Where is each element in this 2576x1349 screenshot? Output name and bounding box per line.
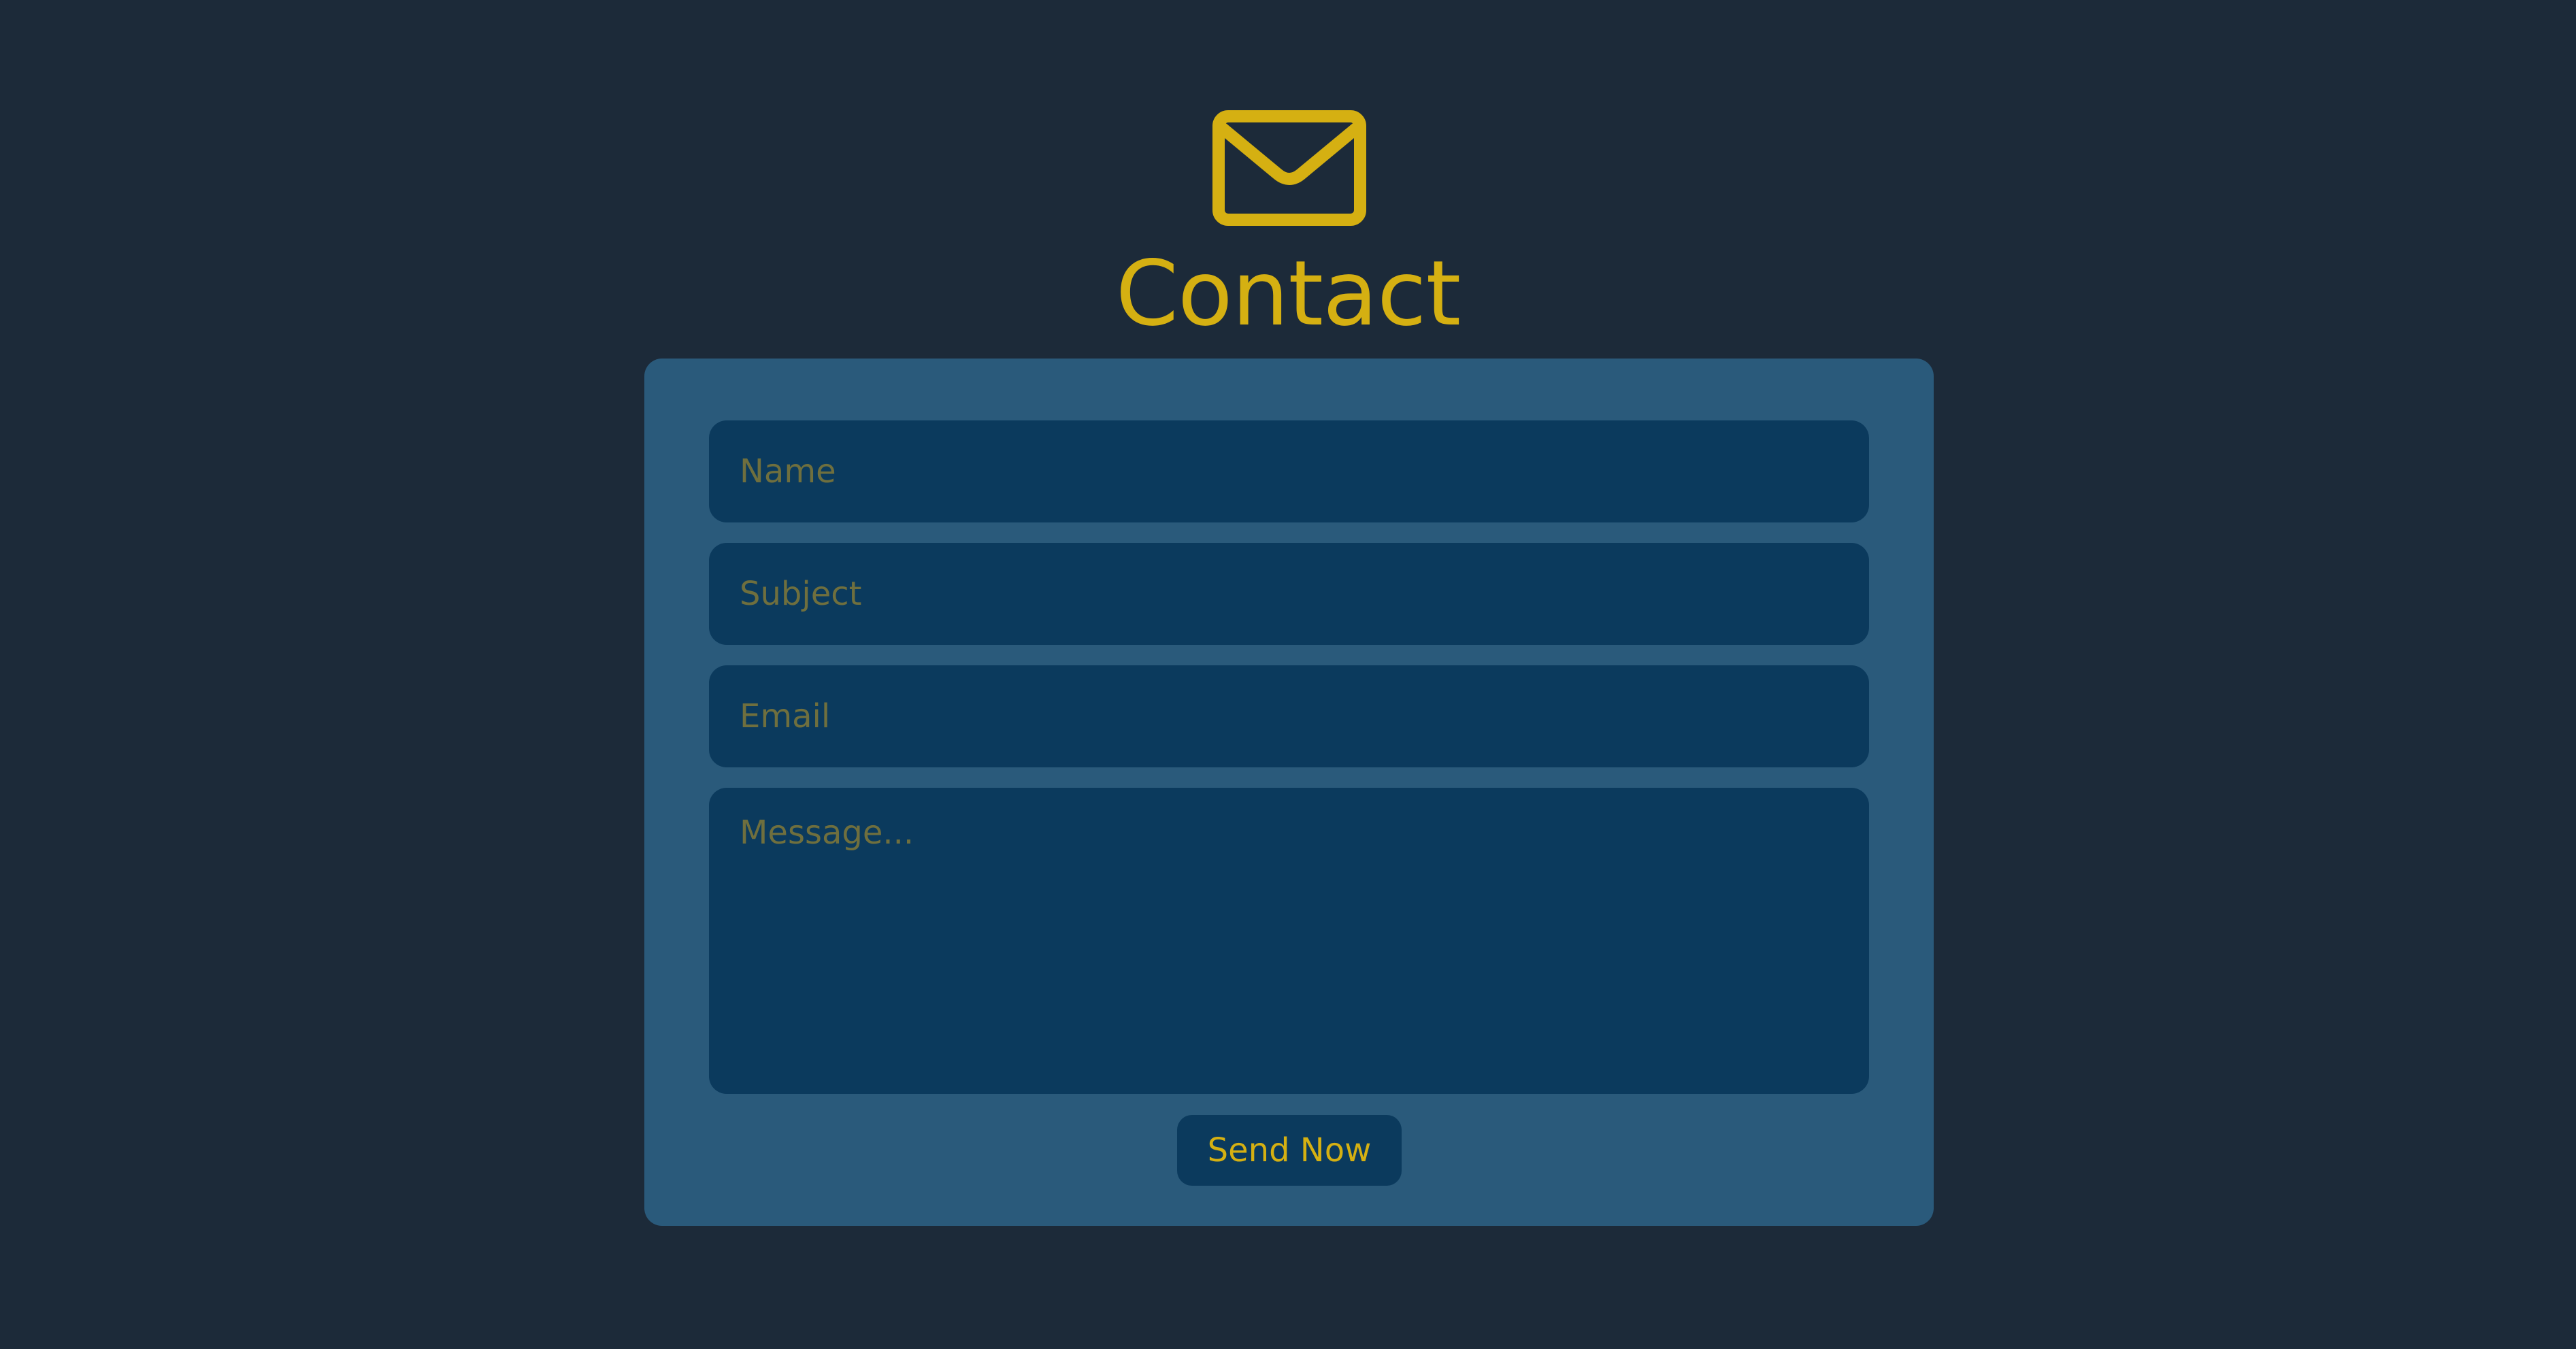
contact-form: Name Subject Email Message... Send Now xyxy=(644,359,1934,1226)
email-placeholder: Email xyxy=(740,697,831,735)
name-placeholder: Name xyxy=(740,452,836,490)
message-placeholder: Message... xyxy=(740,814,914,852)
send-now-button[interactable]: Send Now xyxy=(1177,1115,1402,1186)
name-input[interactable]: Name xyxy=(709,420,1869,522)
subject-placeholder: Subject xyxy=(740,575,862,613)
message-textarea[interactable]: Message... xyxy=(709,788,1869,1116)
page-title: Contact xyxy=(1115,242,1462,346)
email-input[interactable]: Email xyxy=(709,665,1869,767)
subject-input[interactable]: Subject xyxy=(709,543,1869,645)
resize-handle-icon[interactable] xyxy=(1860,1084,1866,1116)
mail-icon xyxy=(1212,110,1366,226)
